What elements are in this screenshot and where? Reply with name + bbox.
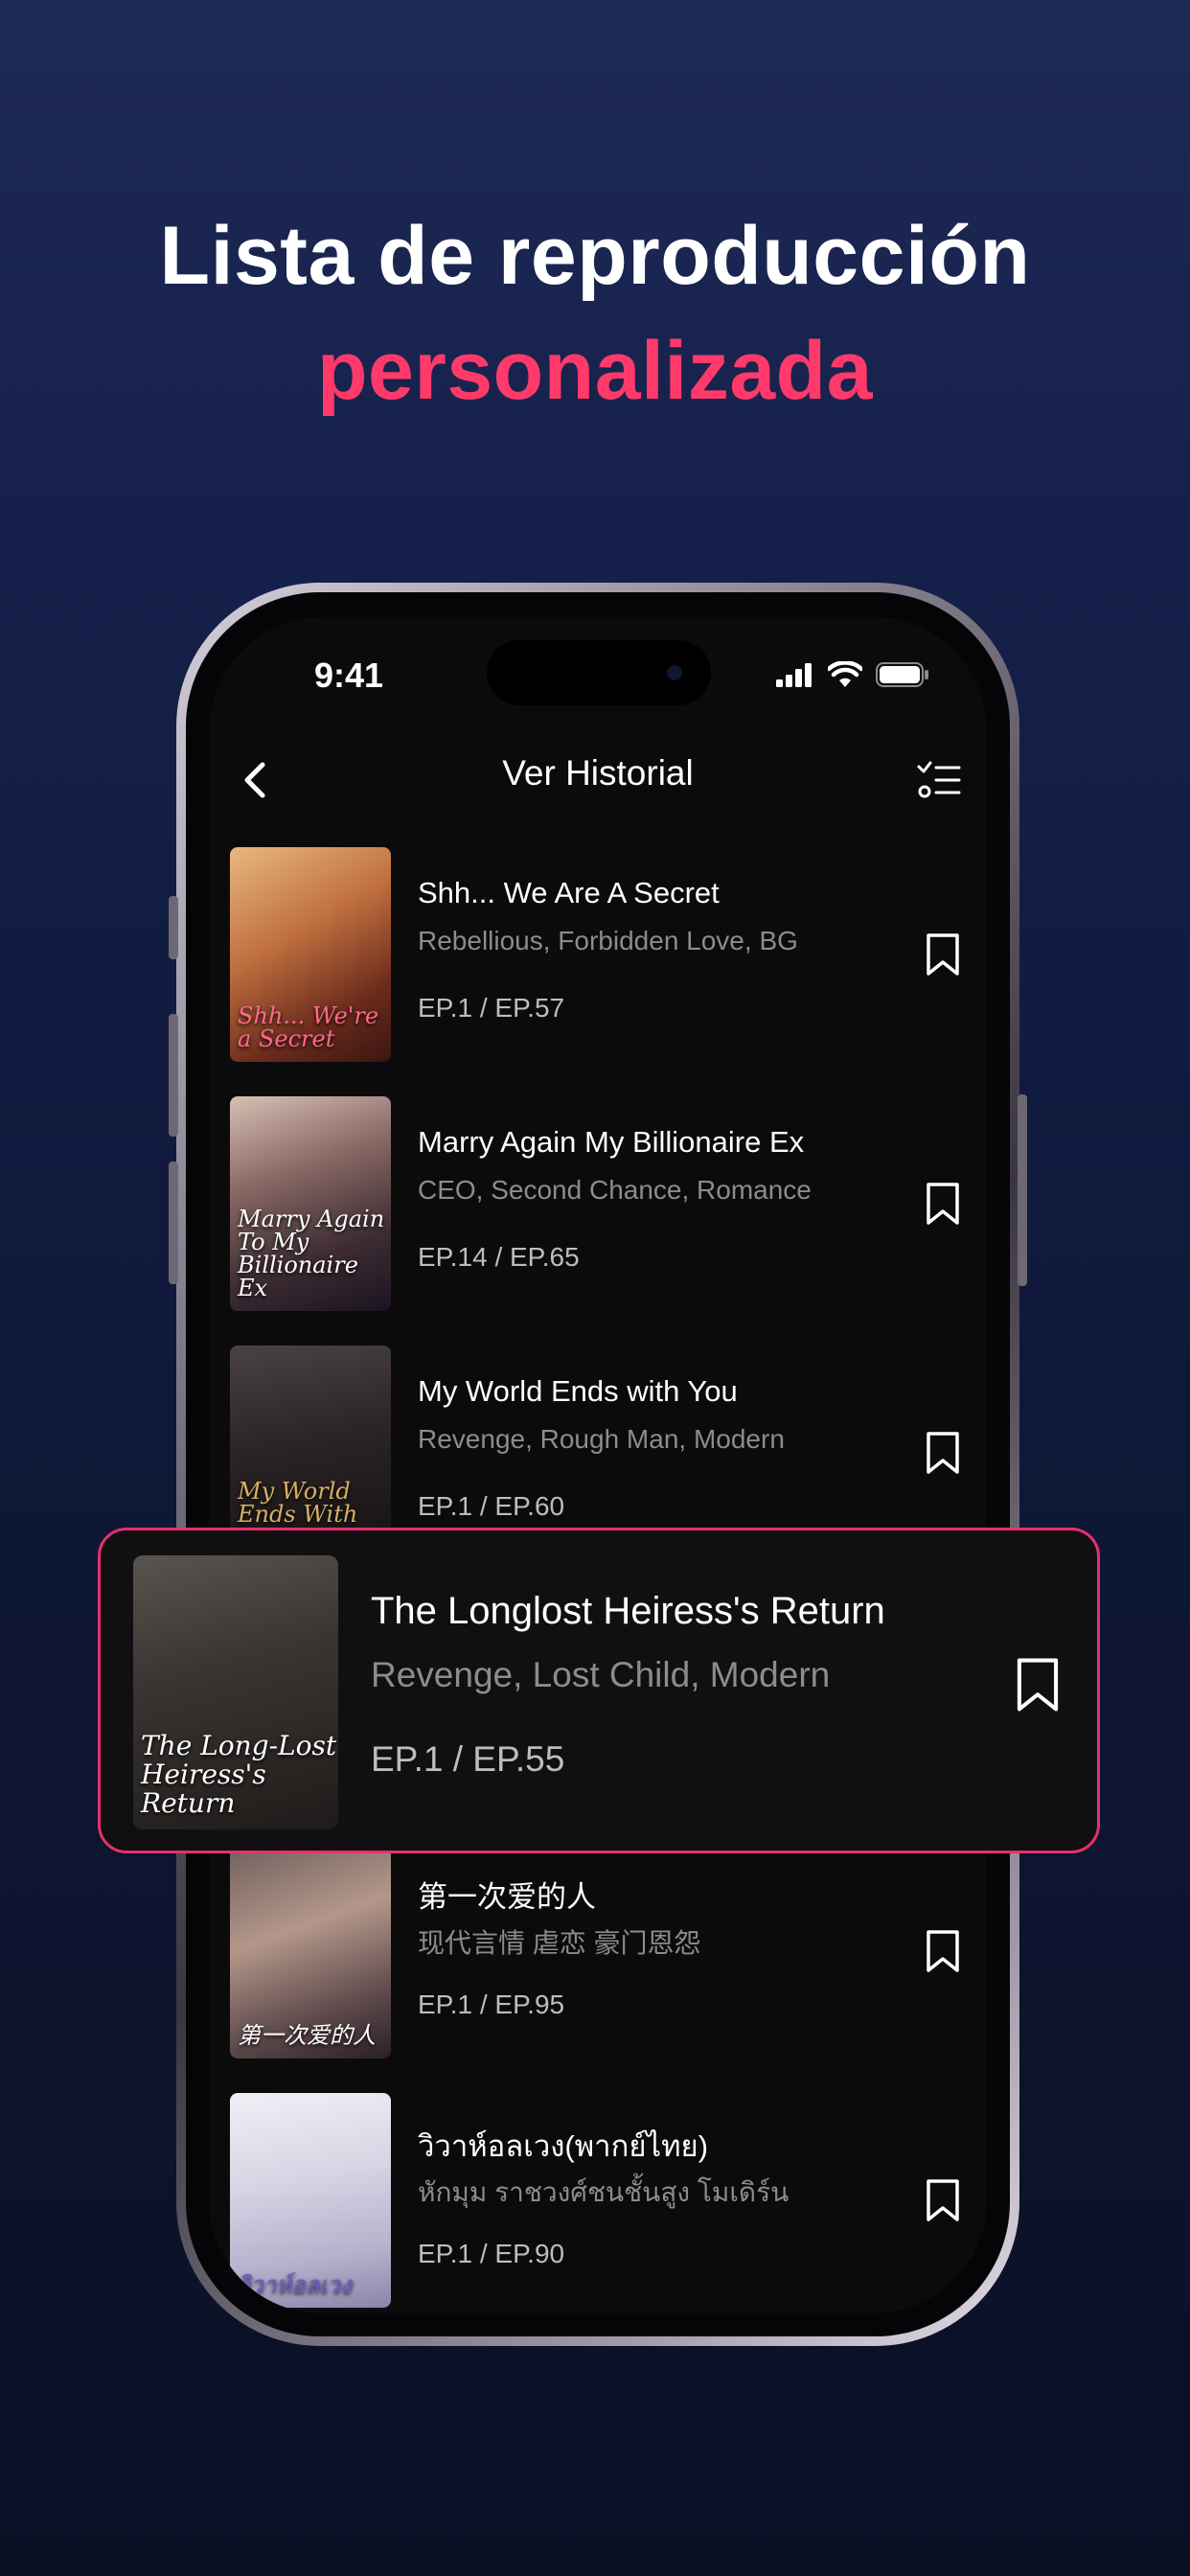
page-title: Ver Historial (502, 753, 694, 793)
item-tags: Revenge, Rough Man, Modern (418, 1424, 785, 1454)
bookmark-icon[interactable] (922, 1430, 964, 1476)
cover-image: 第一次爱的人 (230, 1844, 391, 2058)
bookmark-icon[interactable] (922, 2177, 964, 2223)
list-item[interactable]: Shh... We're a Secret Shh... We Are A Se… (209, 847, 987, 1096)
item-episodes: EP.1 / EP.95 (418, 1990, 565, 2019)
cover-title: วิวาห์อลเวง (238, 2271, 352, 2298)
list-item[interactable]: 第一次爱的人 第一次爱的人 现代言情 虐恋 豪门恩怨 EP.1 / EP.95 (209, 1844, 987, 2093)
battery-icon (876, 662, 928, 687)
item-episodes: EP.1 / EP.57 (418, 993, 565, 1023)
bookmark-icon[interactable] (922, 1181, 964, 1227)
cover-image: Marry Again To My Billionaire Ex (230, 1096, 391, 1311)
headline-accent: personalizada (316, 325, 874, 417)
item-tags: CEO, Second Chance, Romance (418, 1175, 812, 1205)
dynamic-island (487, 640, 711, 705)
phone-action-button (169, 896, 178, 959)
status-time: 9:41 (314, 656, 384, 695)
featured-tags: Revenge, Lost Child, Modern (371, 1655, 831, 1694)
cover-title: The Long-Lost Heiress's Return (141, 1730, 337, 1819)
list-item[interactable]: Marry Again To My Billionaire Ex Marry A… (209, 1096, 987, 1346)
phone-volume-down (169, 1162, 178, 1284)
item-tags: Rebellious, Forbidden Love, BG (418, 926, 798, 955)
cover-image: Shh... We're a Secret (230, 847, 391, 1062)
featured-card[interactable]: The Long-Lost Heiress's Return The Longl… (98, 1528, 1100, 1853)
cover-image: The Long-Lost Heiress's Return (133, 1555, 338, 1829)
bookmark-icon[interactable] (922, 1928, 964, 1974)
nav-bar: Ver Historial (209, 742, 987, 818)
featured-title: The Longlost Heiress's Return (371, 1590, 885, 1632)
list-item[interactable]: วิวาห์อลเวง วิวาห์อลเวง(พากย์ไทย) หักมุม… (209, 2093, 987, 2313)
item-title: 第一次爱的人 (418, 1880, 596, 1914)
item-title: My World Ends with You (418, 1374, 738, 1408)
item-episodes: EP.1 / EP.90 (418, 2239, 565, 2268)
headline-title: Lista de reproducción (159, 210, 1031, 302)
phone-screen: 9:41 Ver Historial Shh... We're a Secret… (209, 617, 987, 2313)
item-tags: 现代言情 虐恋 豪门恩怨 (418, 1928, 701, 1958)
wifi-icon (828, 661, 862, 687)
phone-volume-up (169, 1014, 178, 1137)
cover-title: Shh... We're a Secret (238, 1002, 379, 1052)
cover-title: Marry Again To My Billionaire Ex (238, 1206, 385, 1301)
item-title: Marry Again My Billionaire Ex (418, 1125, 805, 1159)
cover-title: 第一次爱的人 (238, 2022, 376, 2049)
item-episodes: EP.1 / EP.60 (418, 1491, 565, 1521)
featured-episodes: EP.1 / EP.55 (371, 1739, 565, 1779)
checklist-icon[interactable] (916, 757, 962, 803)
item-tags: หักมุม ราชวงศ์ชนชั้นสูง โมเดิร์น (418, 2177, 790, 2207)
bookmark-icon[interactable] (1011, 1655, 1064, 1714)
phone-power-button (1018, 1094, 1027, 1286)
item-title: วิวาห์อลเวง(พากย์ไทย) (418, 2129, 709, 2163)
item-episodes: EP.14 / EP.65 (418, 1242, 580, 1272)
cover-image: วิวาห์อลเวง (230, 2093, 391, 2308)
signal-icon (776, 663, 812, 687)
item-title: Shh... We Are A Secret (418, 876, 720, 909)
status-icons (776, 661, 929, 688)
bookmark-icon[interactable] (922, 932, 964, 978)
